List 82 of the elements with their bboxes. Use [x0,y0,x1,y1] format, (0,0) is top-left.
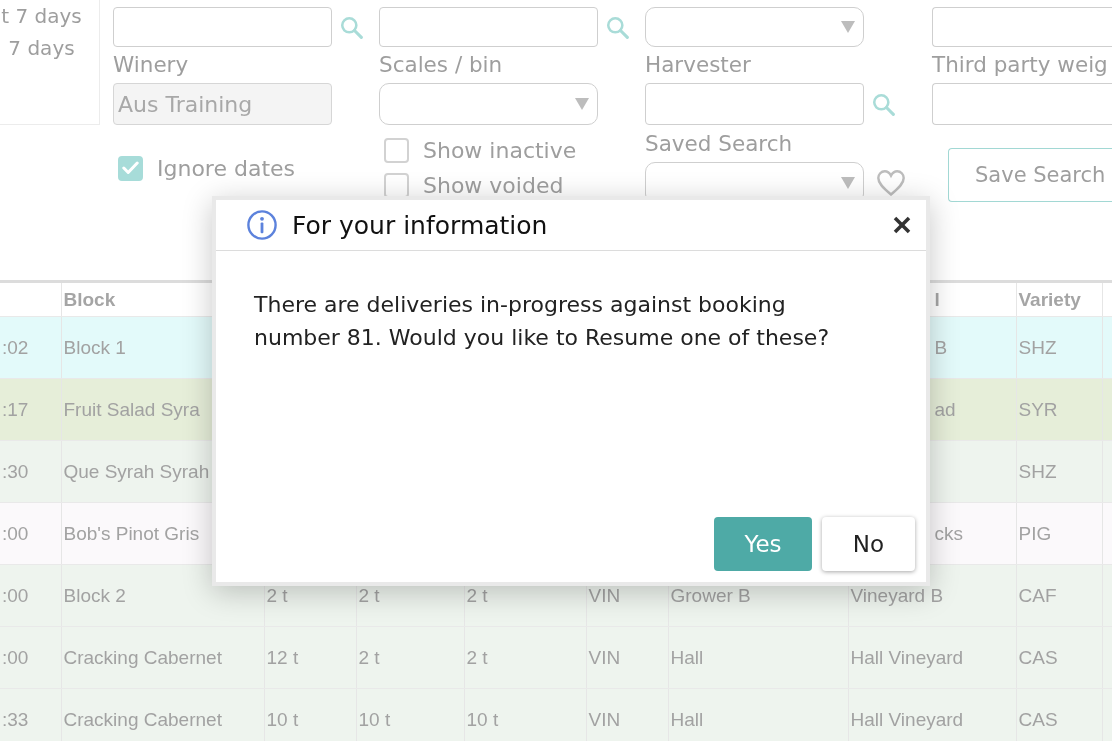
checkbox-label[interactable]: Show inactive [423,138,577,163]
column-header[interactable]: l [934,288,940,310]
dialog-title: For your information [292,210,548,240]
caret-icon [841,176,855,189]
cancel-button[interactable]: No [822,517,915,571]
date-range-option[interactable]: t 7 days [1,0,82,32]
field-label: Harvester [645,54,751,76]
dropdown[interactable] [645,7,864,47]
checkbox[interactable] [118,155,143,181]
column-header[interactable]: Variety [1018,288,1081,310]
cell-text: CAF [1018,584,1057,606]
cell-text: :00 [2,646,29,668]
cell-text: 10 t [358,709,391,730]
cell-text: CAS [1018,646,1058,668]
field-label: Winery [113,54,189,76]
cell-text: :17 [2,398,29,420]
text-field[interactable] [932,7,1112,47]
heart-icon[interactable] [877,169,905,196]
date-range-option[interactable]: 7 days [8,32,75,64]
cell-text: 2 t [466,646,488,668]
cell-text: :30 [2,460,29,482]
caret-icon [841,21,855,33]
cell-text: 2 t [266,584,288,606]
cell-text: CAS [1018,709,1058,730]
cell-text: Bob's Pinot Gris [63,522,200,544]
field-label: Saved Search [645,132,793,155]
cell-text: VIN [588,584,621,606]
field-label: Scales / bin [379,54,503,76]
cell-text: 2 t [466,584,488,606]
cell-text: 12 t [266,646,299,668]
checkbox-label[interactable]: Show voided [423,173,564,198]
dialog-message: There are deliveries in-progress against booking number 81. Would you like to Resume one of these? [254,291,831,352]
checkmark-icon [122,161,139,175]
cell-text: Block 1 [63,336,126,358]
save-search-button[interactable]: Save Search [948,148,1112,202]
search-field[interactable] [645,83,864,125]
search-icon[interactable] [872,92,895,116]
cell-text: Que Syrah Syrah [63,460,210,482]
checkbox[interactable] [384,173,409,198]
cell-text: 2 t [358,584,380,606]
checkbox-label[interactable]: Ignore dates [157,155,295,181]
cell-text: Hall [670,646,704,668]
cell-text: PIG [1018,522,1052,544]
cell-text: B [934,336,948,358]
cell-text: Cracking Cabernet [63,646,222,668]
cell-text: Block 2 [63,584,126,606]
search-field[interactable] [113,7,332,47]
cell-text: Hall Vineyard [850,709,964,730]
cell-text: Hall Vineyard [850,646,964,668]
cell-text: cks [934,522,963,544]
info-icon [247,210,277,240]
table-row[interactable]: :33 Cracking Cabernet 10 t 10 t 10 t VIN Hall Hall Vineyard CAS [0,688,1112,741]
cell-text: Vineyard B [850,584,944,606]
table-row[interactable]: :00 Cracking Cabernet 12 t 2 t 2 t VIN Hall Hall Vineyard CAS [0,626,1112,689]
cell-text: VIN [588,646,621,668]
column-header[interactable]: Block [63,288,116,310]
cell-text: Hall [670,709,704,730]
dropdown[interactable] [379,83,598,125]
checkbox[interactable] [384,138,409,163]
caret-icon [575,98,589,110]
field-label: Third party weig [932,54,1108,76]
cell-text: Grower B [670,584,751,606]
cell-text: :33 [2,709,29,730]
cell-text: VIN [588,709,621,730]
search-icon[interactable] [606,15,629,39]
cell-text: 2 t [358,646,380,668]
cell-text: SHZ [1018,460,1057,482]
cell-text: ad [934,398,956,420]
cell-text: SYR [1018,398,1058,420]
confirm-button[interactable]: Yes [714,517,812,571]
cell-text: :00 [2,522,29,544]
close-icon[interactable] [893,216,911,234]
cell-text: 10 t [266,709,299,730]
cell-text: :00 [2,584,29,606]
text-field[interactable] [932,83,1112,125]
cell-text: Cracking Cabernet [63,709,222,730]
cell-text: 10 t [466,709,499,730]
search-icon[interactable] [340,15,363,39]
cell-text: SHZ [1018,336,1057,358]
cell-text: Fruit Salad Syra [63,398,200,420]
cell-text: :02 [2,336,29,358]
search-field[interactable] [379,7,598,47]
